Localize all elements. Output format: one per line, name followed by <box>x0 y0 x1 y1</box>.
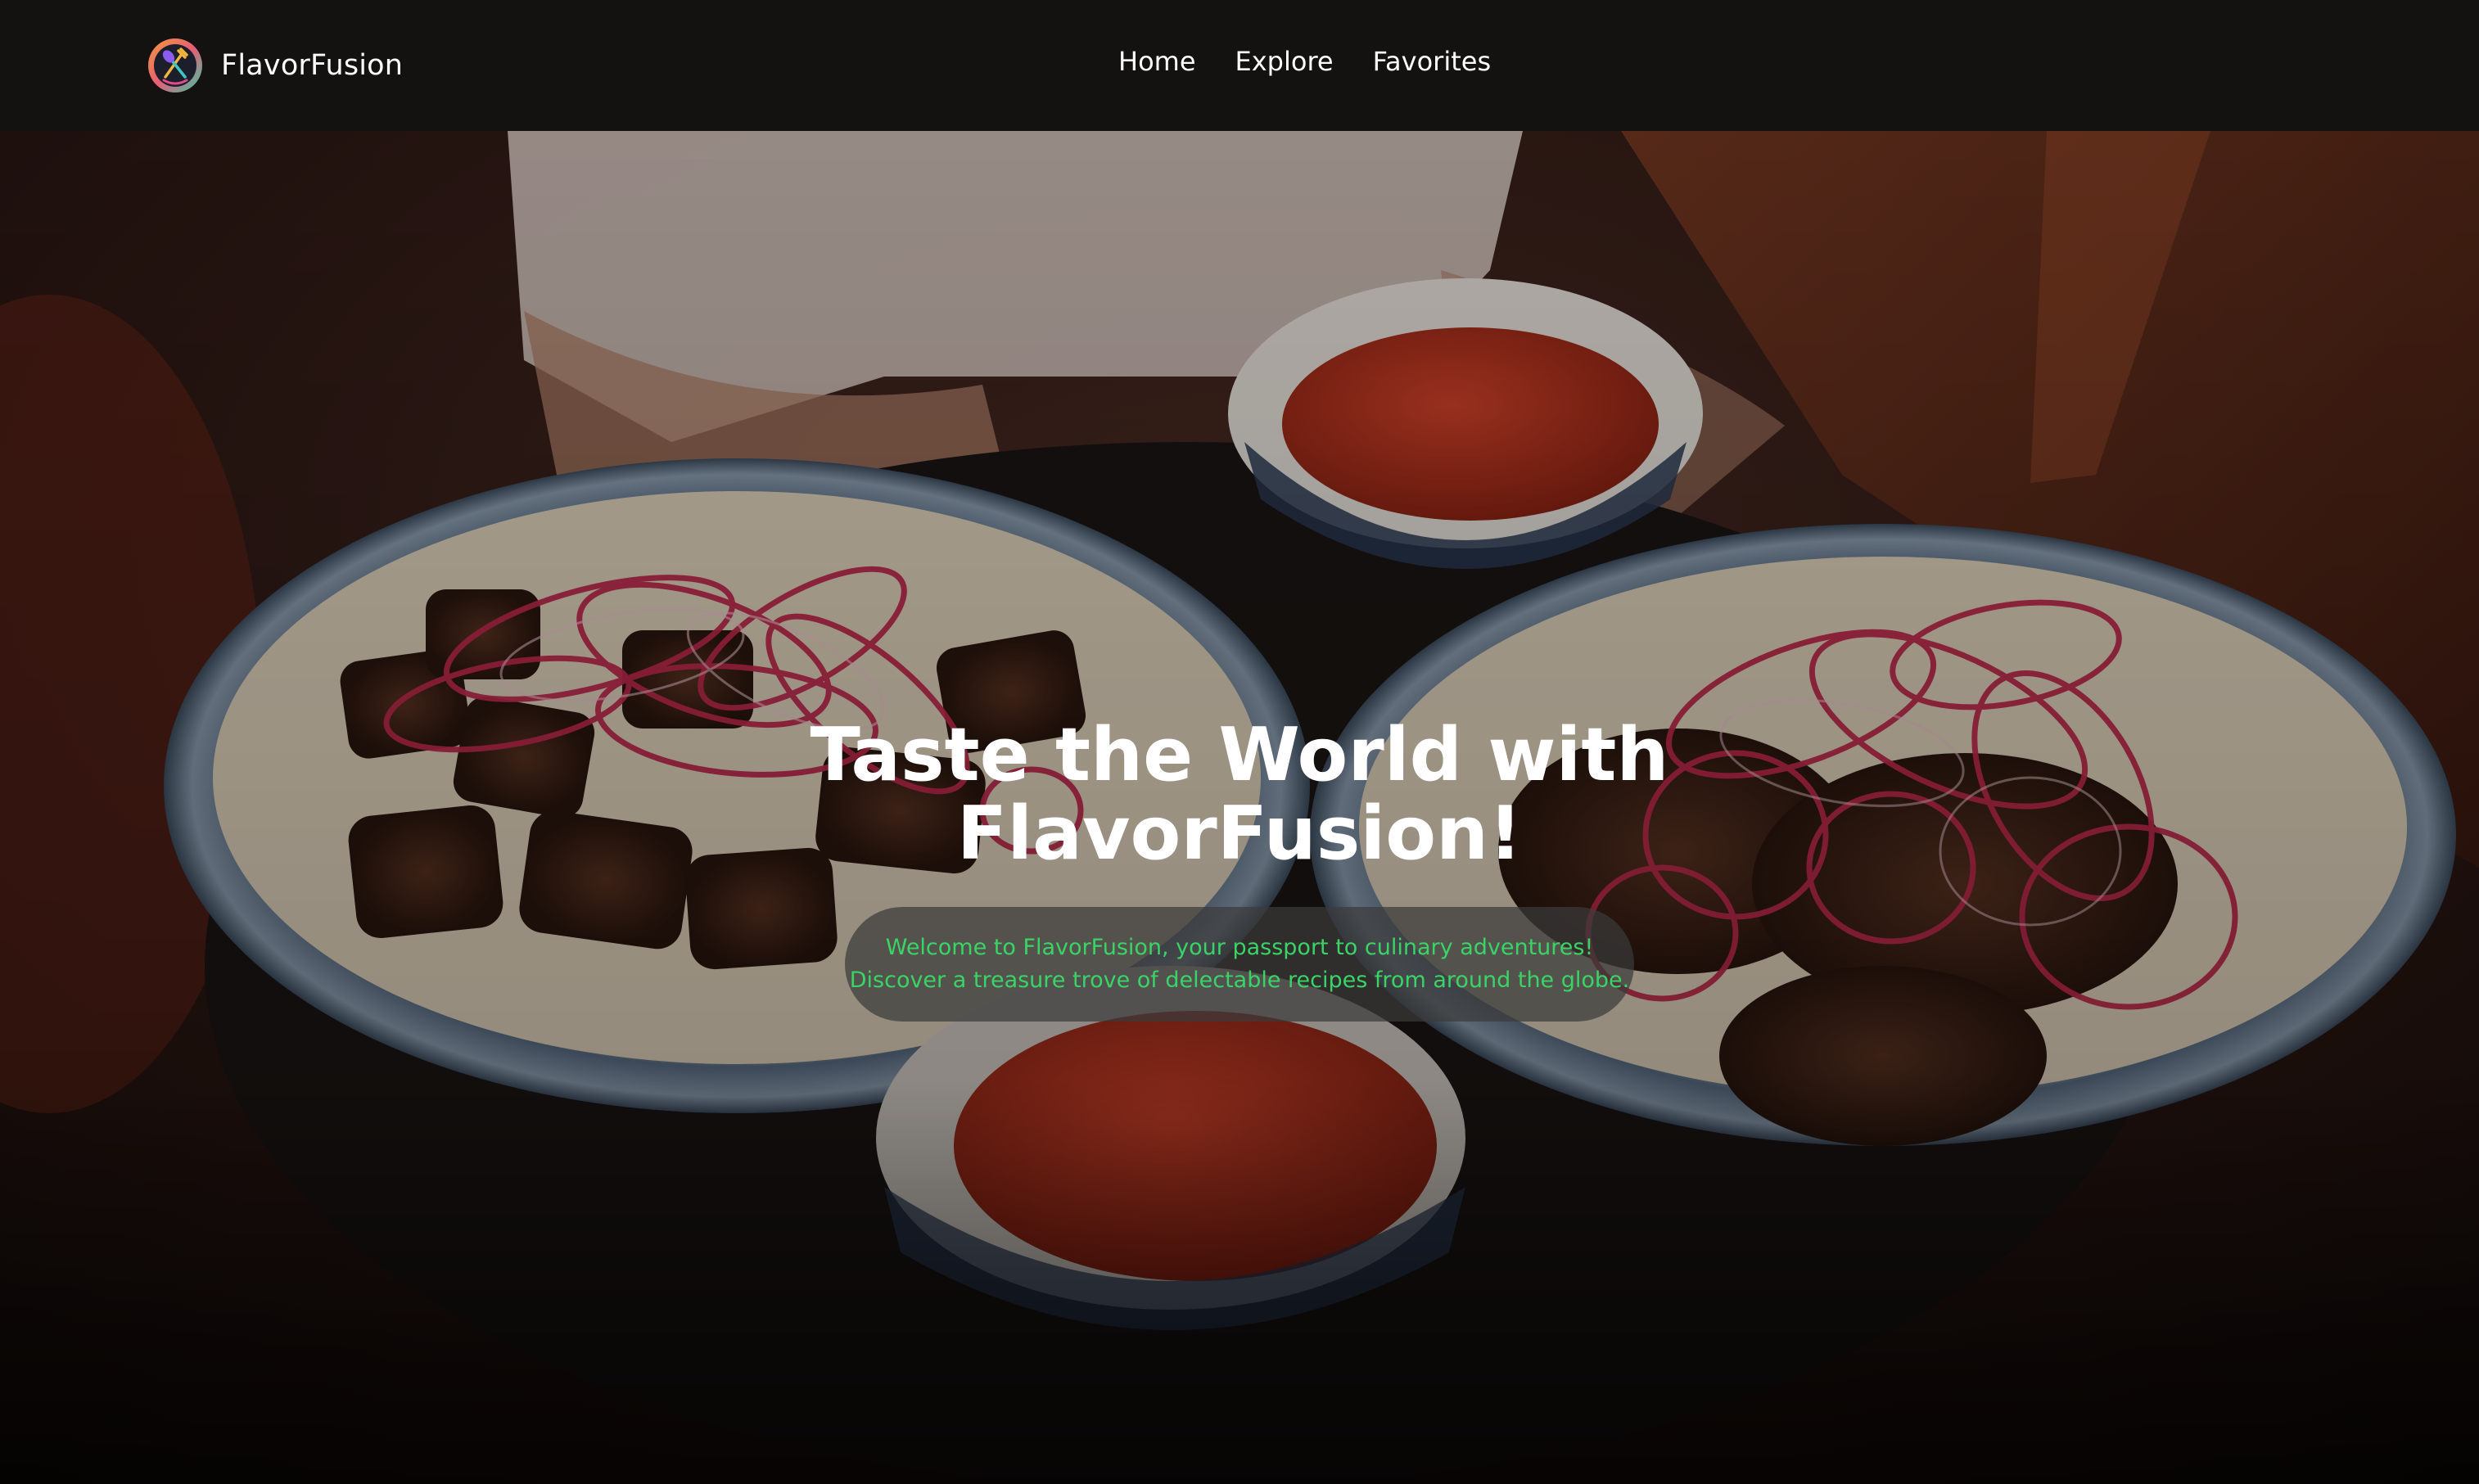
brand-home-link[interactable]: FlavorFusion <box>146 36 403 95</box>
hero-title-line-1: Taste the World with <box>810 712 1669 798</box>
hero-content: Taste the World with FlavorFusion! Welco… <box>0 131 2479 1484</box>
hero-section: Taste the World with FlavorFusion! Welco… <box>0 131 2479 1484</box>
hero-tagline-line-1: Welcome to FlavorFusion, your passport t… <box>885 935 1594 960</box>
brand-name: FlavorFusion <box>221 49 404 82</box>
nav-link-home[interactable]: Home <box>1118 46 1196 77</box>
hero-title-line-2: FlavorFusion! <box>956 791 1523 877</box>
fork-and-spoon-icon <box>148 38 202 92</box>
hero-tagline: Welcome to FlavorFusion, your passport t… <box>845 907 1634 1022</box>
page: FlavorFusion Home Explore Favorites Tast… <box>0 0 2479 1484</box>
top-navbar: FlavorFusion Home Explore Favorites <box>0 0 2479 131</box>
nav-link-favorites[interactable]: Favorites <box>1373 46 1492 77</box>
hero-tagline-line-2: Discover a treasure trove of delectable … <box>849 968 1630 993</box>
main-nav: Home Explore Favorites <box>1118 46 1491 77</box>
hero-title: Taste the World with FlavorFusion! <box>666 716 1813 873</box>
nav-link-explore[interactable]: Explore <box>1235 46 1334 77</box>
